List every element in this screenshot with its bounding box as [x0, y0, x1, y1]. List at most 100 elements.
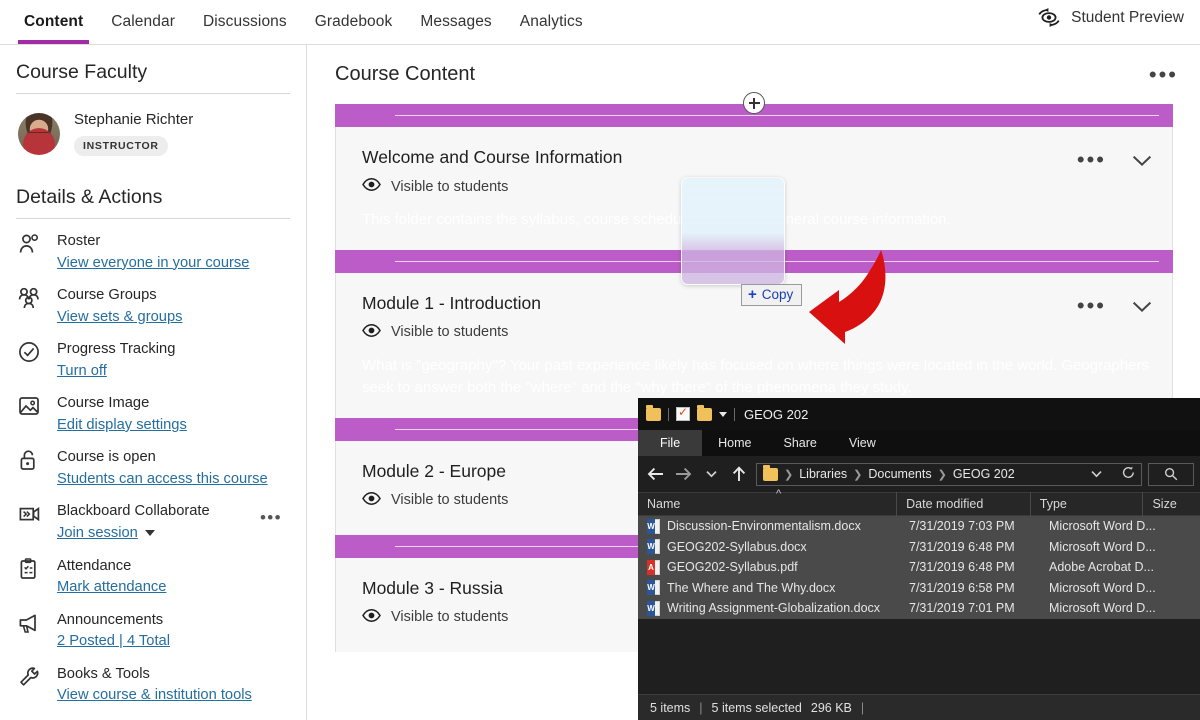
visibility-status: Visible to students: [362, 324, 1150, 341]
student-preview-button[interactable]: Student Preview: [1036, 8, 1184, 27]
file-date-cell: 7/31/2019 7:03 PM: [909, 519, 1049, 533]
file-date-cell: 7/31/2019 7:01 PM: [909, 601, 1049, 615]
ribbon-tab-share[interactable]: Share: [768, 430, 833, 456]
status-badge: INSTRUCTOR: [74, 136, 168, 156]
sidebar-item-roster[interactable]: RosterView everyone in your course: [16, 219, 290, 273]
content-header: Course Content •••: [308, 45, 1200, 86]
table-row[interactable]: W GEOG202-Syllabus.docx 7/31/2019 6:48 P…: [638, 537, 1200, 558]
forward-arrow-icon[interactable]: [672, 463, 694, 485]
table-row[interactable]: A GEOG202-Syllabus.pdf 7/31/2019 6:48 PM…: [638, 557, 1200, 578]
item-overflow-menu[interactable]: •••: [1077, 149, 1106, 171]
sidebar-item-link[interactable]: View course & institution tools: [57, 686, 252, 706]
folder-icon[interactable]: [646, 408, 661, 421]
breadcrumb-geog202[interactable]: GEOG 202: [953, 467, 1015, 481]
explorer-status-bar: 5 items | 5 items selected 296 KB |: [638, 694, 1200, 720]
content-overflow-menu[interactable]: •••: [1149, 64, 1178, 86]
column-label: Type: [1040, 497, 1067, 511]
file-type-cell: Adobe Acrobat D...: [1049, 560, 1167, 574]
new-folder-icon[interactable]: [697, 408, 712, 421]
eye-visible-icon: [362, 492, 381, 509]
file-type-cell: Microsoft Word D...: [1049, 601, 1167, 615]
content-item-controls: •••: [1077, 149, 1152, 171]
divider: [734, 408, 735, 421]
ribbon-tab-file[interactable]: File: [638, 430, 702, 456]
insert-band-top[interactable]: [335, 104, 1173, 127]
eye-visible-icon: [362, 324, 381, 341]
tab-gradebook[interactable]: Gradebook: [301, 0, 407, 44]
up-arrow-icon[interactable]: [728, 463, 750, 485]
sidebar-item-blackboard-collaborate[interactable]: Blackboard CollaborateJoin session •••: [16, 489, 290, 543]
search-input[interactable]: [1148, 463, 1194, 486]
file-type-cell: Microsoft Word D...: [1049, 581, 1167, 595]
column-label: Date modified: [906, 497, 983, 511]
clipboard-check-icon: [18, 555, 44, 598]
add-content-button[interactable]: [743, 92, 765, 114]
refresh-icon[interactable]: [1122, 466, 1135, 482]
divider: |: [861, 701, 864, 715]
roster-person-icon: [18, 230, 44, 273]
file-name-cell: W Discussion-Environmentalism.docx: [638, 519, 909, 534]
sidebar-item-course-groups[interactable]: Course Groups View sets & groups: [16, 273, 290, 327]
sidebar-item-link[interactable]: Turn off: [57, 362, 107, 382]
sidebar-item-link[interactable]: Join session: [57, 524, 138, 544]
file-date-cell: 7/31/2019 6:48 PM: [909, 560, 1049, 574]
table-row[interactable]: W Writing Assignment-Globalization.docx …: [638, 598, 1200, 619]
student-preview-label: Student Preview: [1071, 9, 1184, 27]
sidebar-item-announcements[interactable]: Announcements2 Posted | 4 Total: [16, 598, 290, 652]
visibility-label: Visible to students: [391, 492, 508, 508]
ribbon-tab-home[interactable]: Home: [702, 430, 767, 456]
sidebar-item-link[interactable]: View sets & groups: [57, 308, 182, 328]
breadcrumb-dropdown-chevron-icon[interactable]: [1091, 467, 1102, 481]
sidebar-item-books-tools[interactable]: Books & Tools View course & institution t…: [16, 652, 290, 706]
sidebar-item-link[interactable]: View everyone in your course: [57, 254, 249, 274]
chevron-down-icon[interactable]: [145, 530, 155, 536]
visibility-label: Visible to students: [391, 179, 508, 195]
sidebar-item-link[interactable]: 2 Posted | 4 Total: [57, 632, 170, 652]
word-document-icon: W: [647, 539, 660, 554]
avatar: [18, 113, 60, 155]
tab-calendar[interactable]: Calendar: [97, 0, 189, 44]
sidebar-item-course-open[interactable]: Course is openStudents can access this c…: [16, 435, 290, 489]
column-header-type[interactable]: Type: [1030, 492, 1143, 516]
tab-messages[interactable]: Messages: [406, 0, 505, 44]
properties-check-icon[interactable]: [676, 407, 690, 421]
image-picture-icon: [18, 392, 44, 435]
sidebar-item-title: Books & Tools: [57, 666, 150, 682]
breadcrumb-libraries[interactable]: Libraries: [799, 467, 847, 481]
word-document-icon: W: [647, 580, 660, 595]
column-header-size[interactable]: Size: [1142, 492, 1200, 516]
pdf-document-icon: A: [647, 560, 660, 575]
sidebar-item-course-image[interactable]: Course ImageEdit display settings: [16, 381, 290, 435]
tab-label: Discussions: [203, 13, 287, 31]
tab-content[interactable]: Content: [10, 0, 97, 44]
table-row[interactable]: W The Where and The Why.docx 7/31/2019 6…: [638, 578, 1200, 599]
sidebar-item-attendance[interactable]: AttendanceMark attendance: [16, 544, 290, 598]
wrench-icon: [18, 663, 44, 706]
sidebar-item-link[interactable]: Edit display settings: [57, 416, 187, 436]
back-arrow-icon[interactable]: [644, 463, 666, 485]
instructor-card[interactable]: Stephanie Richter INSTRUCTOR: [16, 94, 290, 156]
table-row[interactable]: W Discussion-Environmentalism.docx 7/31/…: [638, 516, 1200, 537]
sidebar-item-progress-tracking[interactable]: Progress TrackingTurn off: [16, 327, 290, 381]
ribbon-tab-view[interactable]: View: [833, 430, 892, 456]
item-count: 5 items: [650, 701, 690, 715]
file-explorer-window[interactable]: GEOG 202 File Home Share View ❯: [638, 398, 1200, 720]
column-header-date-modified[interactable]: Date modified: [896, 492, 1030, 516]
tab-analytics[interactable]: Analytics: [506, 0, 597, 44]
column-header-name[interactable]: Name ^: [638, 492, 896, 516]
breadcrumb-documents[interactable]: Documents: [868, 467, 931, 481]
folder-icon: [763, 468, 778, 481]
sidebar-item-link[interactable]: Mark attendance: [57, 578, 166, 598]
chevron-down-icon[interactable]: [1132, 300, 1152, 312]
chevron-down-icon[interactable]: [719, 412, 727, 417]
content-item-controls: •••: [1077, 295, 1152, 317]
recent-locations-chevron-icon[interactable]: [700, 463, 722, 485]
file-list-column-headers: Name ^ Date modified Type Size: [638, 492, 1200, 516]
item-overflow-menu[interactable]: •••: [1077, 295, 1106, 317]
chevron-down-icon[interactable]: [1132, 154, 1152, 166]
tab-discussions[interactable]: Discussions: [189, 0, 301, 44]
sidebar-item-title: Course Groups: [57, 287, 157, 303]
breadcrumb[interactable]: ❯ Libraries ❯ Documents ❯ GEOG 202: [756, 463, 1142, 486]
sidebar-item-link[interactable]: Students can access this course: [57, 470, 268, 490]
collaborate-overflow-menu[interactable]: •••: [260, 509, 282, 526]
